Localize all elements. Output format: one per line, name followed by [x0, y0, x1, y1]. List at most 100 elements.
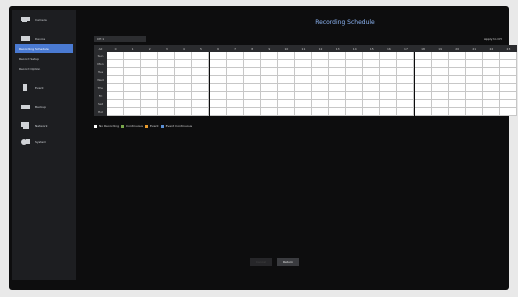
- schedule-cell[interactable]: [465, 52, 483, 60]
- day-label[interactable]: Sat: [94, 100, 107, 108]
- schedule-cell[interactable]: [175, 100, 193, 108]
- schedule-cell[interactable]: [397, 108, 415, 116]
- hour-label[interactable]: 6: [210, 45, 227, 52]
- schedule-cell[interactable]: [158, 108, 176, 116]
- schedule-cell[interactable]: [277, 108, 295, 116]
- schedule-cell[interactable]: [209, 60, 227, 68]
- schedule-cell[interactable]: [499, 68, 517, 76]
- schedule-cell[interactable]: [141, 52, 159, 60]
- hour-label[interactable]: 8: [244, 45, 261, 52]
- schedule-cell[interactable]: [431, 100, 449, 108]
- schedule-cell[interactable]: [209, 108, 227, 116]
- schedule-cell[interactable]: [482, 100, 500, 108]
- schedule-cell[interactable]: [329, 92, 347, 100]
- schedule-cell[interactable]: [226, 108, 244, 116]
- schedule-cell[interactable]: [175, 60, 193, 68]
- schedule-cell[interactable]: [448, 84, 466, 92]
- schedule-cell[interactable]: [329, 68, 347, 76]
- schedule-cell[interactable]: [294, 108, 312, 116]
- schedule-cell[interactable]: [431, 84, 449, 92]
- schedule-cell[interactable]: [499, 100, 517, 108]
- schedule-cell[interactable]: [499, 52, 517, 60]
- schedule-cell[interactable]: [175, 76, 193, 84]
- schedule-cell[interactable]: [277, 92, 295, 100]
- schedule-cell[interactable]: [397, 92, 415, 100]
- schedule-cell[interactable]: [380, 84, 398, 92]
- schedule-cell[interactable]: [397, 100, 415, 108]
- sidebar-item-network[interactable]: Network: [15, 121, 73, 130]
- schedule-cell[interactable]: [260, 84, 278, 92]
- schedule-cell[interactable]: [141, 84, 159, 92]
- sidebar-item-event[interactable]: Event: [15, 83, 73, 92]
- schedule-cell[interactable]: [465, 100, 483, 108]
- schedule-cell[interactable]: [226, 68, 244, 76]
- schedule-cell[interactable]: [277, 60, 295, 68]
- sidebar-item-recording-schedule[interactable]: Recording Schedule: [15, 44, 73, 53]
- schedule-cell[interactable]: [158, 76, 176, 84]
- schedule-cell[interactable]: [380, 76, 398, 84]
- schedule-cell[interactable]: [192, 108, 210, 116]
- schedule-cell[interactable]: [175, 68, 193, 76]
- schedule-cell[interactable]: [124, 84, 142, 92]
- schedule-cell[interactable]: [465, 68, 483, 76]
- schedule-cell[interactable]: [294, 84, 312, 92]
- schedule-cell[interactable]: [346, 68, 364, 76]
- schedule-cell[interactable]: [107, 108, 125, 116]
- schedule-cell[interactable]: [124, 76, 142, 84]
- schedule-cell[interactable]: [243, 108, 261, 116]
- hour-label[interactable]: 13: [329, 45, 346, 52]
- schedule-cell[interactable]: [448, 108, 466, 116]
- hour-label[interactable]: 14: [346, 45, 363, 52]
- schedule-cell[interactable]: [158, 84, 176, 92]
- day-label[interactable]: Sun: [94, 52, 107, 60]
- hour-label[interactable]: 12: [312, 45, 329, 52]
- schedule-cell[interactable]: [124, 108, 142, 116]
- schedule-cell[interactable]: [141, 68, 159, 76]
- schedule-cell[interactable]: [465, 60, 483, 68]
- schedule-cell[interactable]: [226, 76, 244, 84]
- sidebar-item-backup[interactable]: Backup: [15, 102, 73, 111]
- schedule-cell[interactable]: [329, 100, 347, 108]
- schedule-cell[interactable]: [107, 100, 125, 108]
- schedule-cell[interactable]: [431, 76, 449, 84]
- schedule-cell[interactable]: [499, 108, 517, 116]
- schedule-cell[interactable]: [346, 108, 364, 116]
- schedule-cell[interactable]: [141, 100, 159, 108]
- hour-label[interactable]: 0: [107, 45, 124, 52]
- schedule-cell[interactable]: [397, 68, 415, 76]
- hour-label[interactable]: 2: [141, 45, 158, 52]
- schedule-cell[interactable]: [312, 100, 330, 108]
- schedule-cell[interactable]: [465, 84, 483, 92]
- schedule-cell[interactable]: [448, 92, 466, 100]
- schedule-cell[interactable]: [329, 84, 347, 92]
- schedule-cell[interactable]: [175, 108, 193, 116]
- hour-label[interactable]: 15: [363, 45, 380, 52]
- schedule-cell[interactable]: [312, 84, 330, 92]
- schedule-cell[interactable]: [499, 92, 517, 100]
- schedule-cell[interactable]: [141, 60, 159, 68]
- hour-label[interactable]: 18: [415, 45, 432, 52]
- sidebar-item-record-option[interactable]: Record Option: [15, 64, 73, 73]
- schedule-cell[interactable]: [312, 60, 330, 68]
- day-label[interactable]: Tue: [94, 68, 107, 76]
- hour-label[interactable]: 3: [158, 45, 175, 52]
- schedule-cell[interactable]: [226, 84, 244, 92]
- schedule-cell[interactable]: [158, 92, 176, 100]
- hour-label[interactable]: 17: [397, 45, 414, 52]
- schedule-cell[interactable]: [431, 68, 449, 76]
- schedule-cell[interactable]: [363, 76, 381, 84]
- schedule-cell[interactable]: [363, 92, 381, 100]
- schedule-cell[interactable]: [346, 84, 364, 92]
- select-all-cell[interactable]: All: [94, 45, 107, 52]
- day-label[interactable]: Wed: [94, 76, 107, 84]
- hour-label[interactable]: 1: [124, 45, 141, 52]
- hour-label[interactable]: 19: [432, 45, 449, 52]
- day-label[interactable]: Hol: [94, 108, 107, 116]
- schedule-cell[interactable]: [414, 52, 432, 60]
- schedule-cell[interactable]: [363, 68, 381, 76]
- schedule-cell[interactable]: [380, 52, 398, 60]
- schedule-cell[interactable]: [226, 60, 244, 68]
- schedule-cell[interactable]: [209, 68, 227, 76]
- schedule-cell[interactable]: [414, 108, 432, 116]
- schedule-cell[interactable]: [124, 92, 142, 100]
